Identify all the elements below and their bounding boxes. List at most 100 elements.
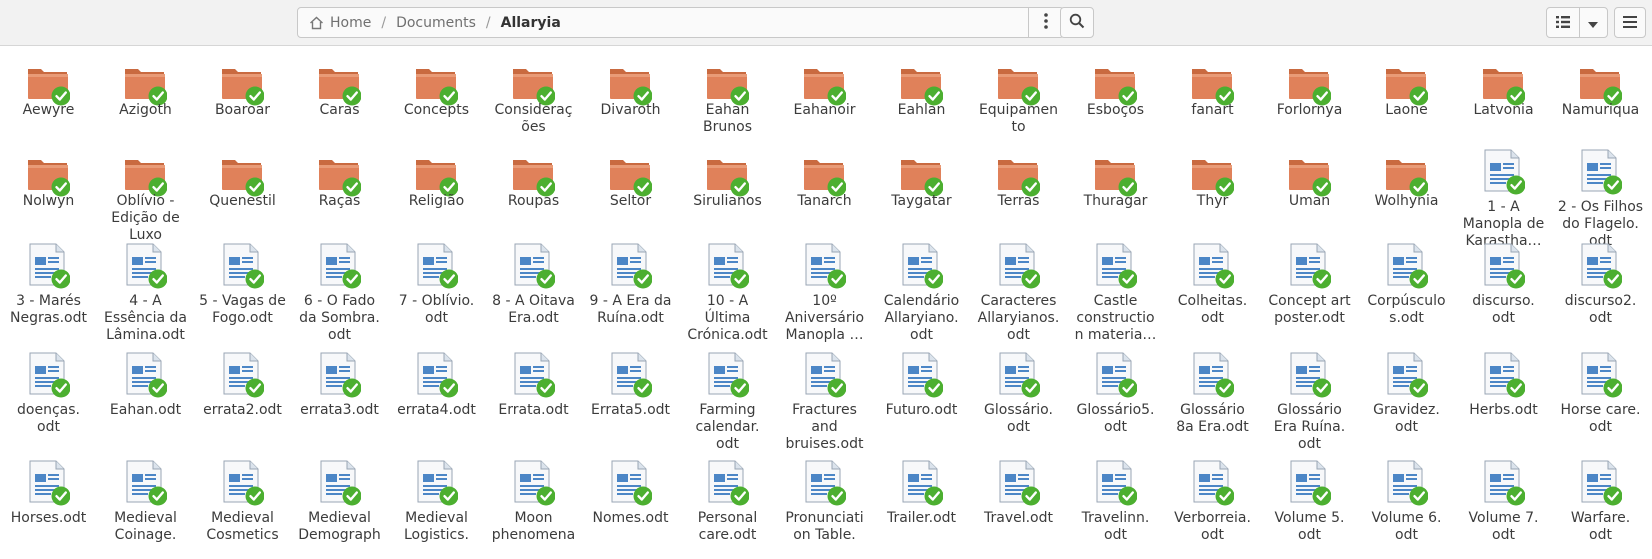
folder-item[interactable]: Aewyre <box>0 60 97 164</box>
file-item[interactable]: Travelinn. odt <box>1067 460 1164 559</box>
file-item[interactable]: 10º Aniversário Manopla … <box>776 243 873 349</box>
file-item[interactable]: Pronunciati on Table. <box>776 460 873 559</box>
item-label-line: Religião <box>408 193 465 209</box>
file-item[interactable]: discurso. odt <box>1455 243 1552 349</box>
folder-item[interactable]: Thuragar <box>1067 151 1164 255</box>
folder-item[interactable]: Quenestil <box>194 151 291 255</box>
view-options-button[interactable] <box>1580 8 1607 37</box>
folder-item[interactable]: Azigoth <box>97 60 194 164</box>
file-item[interactable]: Volume 6. odt <box>1358 460 1455 559</box>
folder-item[interactable]: Roupas <box>485 151 582 255</box>
item-label-line: 9 - A Era da <box>589 293 672 309</box>
folder-item[interactable]: Caras <box>291 60 388 164</box>
file-item[interactable]: Medieval Logistics. <box>388 460 485 559</box>
file-item[interactable]: 4 - A Essência da Lâmina.odt <box>97 243 194 349</box>
folder-item[interactable]: Taygatar <box>873 151 970 255</box>
item-label: Errata.odt <box>485 402 582 419</box>
folder-item[interactable]: Equipamen to <box>970 60 1067 164</box>
file-item[interactable]: Farming calendar. odt <box>679 352 776 458</box>
breadcrumb-allaryia[interactable]: Allaryia <box>501 15 561 31</box>
file-item[interactable]: Volume 5. odt <box>1261 460 1358 559</box>
file-item[interactable]: Colheitas. odt <box>1164 243 1261 349</box>
file-item[interactable]: Errata.odt <box>485 352 582 458</box>
file-item[interactable]: Glossário 8a Era.odt <box>1164 352 1261 458</box>
file-item[interactable]: Volume 7. odt <box>1455 460 1552 559</box>
file-item[interactable]: Moon phenomena <box>485 460 582 559</box>
file-item[interactable]: Horses.odt <box>0 460 97 559</box>
search-button[interactable] <box>1060 7 1094 38</box>
folder-item[interactable]: Forlornya <box>1261 60 1358 164</box>
file-item[interactable]: 1 - A Manopla de Karastha… <box>1455 149 1552 255</box>
folder-item[interactable]: Laone <box>1358 60 1455 164</box>
folder-item[interactable]: Religião <box>388 151 485 255</box>
file-item[interactable]: Futuro.odt <box>873 352 970 458</box>
folder-item[interactable]: Terras <box>970 151 1067 255</box>
file-item[interactable]: 5 - Vagas de Fogo.odt <box>194 243 291 349</box>
file-item[interactable]: Calendário Allaryiano. odt <box>873 243 970 349</box>
folder-item[interactable]: Eahanoir <box>776 60 873 164</box>
file-item[interactable]: Corpúsculo s.odt <box>1358 243 1455 349</box>
folder-item[interactable]: Nolwyn <box>0 151 97 255</box>
file-item[interactable]: Gravidez. odt <box>1358 352 1455 458</box>
folder-item[interactable]: Oblívio - Edição de Luxo <box>97 151 194 255</box>
folder-item[interactable]: Raças <box>291 151 388 255</box>
folder-item[interactable]: Esboços <box>1067 60 1164 164</box>
folder-item[interactable]: Eahlan <box>873 60 970 164</box>
file-item[interactable]: 2 - Os Filhos do Flagelo. odt <box>1552 149 1649 255</box>
file-item[interactable]: Personal care.odt <box>679 460 776 559</box>
item-label-line: 8a Era.odt <box>1176 419 1249 435</box>
breadcrumb-documents[interactable]: Documents <box>396 15 476 31</box>
file-item[interactable]: Medieval Coinage. <box>97 460 194 559</box>
file-item[interactable]: Medieval Demograph <box>291 460 388 559</box>
file-item[interactable]: discurso2. odt <box>1552 243 1649 349</box>
file-item[interactable]: Errata5.odt <box>582 352 679 458</box>
file-item[interactable]: Glossário Era Ruína. odt <box>1261 352 1358 458</box>
file-item[interactable]: Caracteres Allaryianos. odt <box>970 243 1067 349</box>
folder-item[interactable]: Seltor <box>582 151 679 255</box>
file-item[interactable]: Trailer.odt <box>873 460 970 559</box>
folder-icon <box>414 151 459 197</box>
file-item[interactable]: errata2.odt <box>194 352 291 458</box>
file-item[interactable]: Horse care. odt <box>1552 352 1649 458</box>
file-item[interactable]: 8 - A Oitava Era.odt <box>485 243 582 349</box>
folder-item[interactable]: Eahan Brunos <box>679 60 776 164</box>
file-item[interactable]: errata4.odt <box>388 352 485 458</box>
file-item[interactable]: 3 - Marés Negras.odt <box>0 243 97 349</box>
folder-item[interactable]: Thyr <box>1164 151 1261 255</box>
item-label: Azigoth <box>97 102 194 119</box>
file-item[interactable]: Glossário5. odt <box>1067 352 1164 458</box>
folder-item[interactable]: Sirulianos <box>679 151 776 255</box>
file-item[interactable]: Glossário. odt <box>970 352 1067 458</box>
file-item[interactable]: Warfare. odt <box>1552 460 1649 559</box>
folder-item[interactable]: Concepts <box>388 60 485 164</box>
item-label-line: Glossário <box>1180 402 1245 418</box>
file-item[interactable]: Eahan.odt <box>97 352 194 458</box>
item-label-line: odt <box>1201 527 1224 543</box>
file-item[interactable]: Verborreia. odt <box>1164 460 1261 559</box>
file-item[interactable]: 6 - O Fado da Sombra. odt <box>291 243 388 349</box>
folder-item[interactable]: Uman <box>1261 151 1358 255</box>
folder-item[interactable]: Wolhynia <box>1358 151 1455 255</box>
list-view-button[interactable] <box>1547 8 1580 37</box>
file-item[interactable]: Herbs.odt <box>1455 352 1552 458</box>
file-item[interactable]: errata3.odt <box>291 352 388 458</box>
breadcrumb-home[interactable]: Home <box>309 15 371 31</box>
file-item[interactable]: 9 - A Era da Ruína.odt <box>582 243 679 349</box>
file-item[interactable]: 7 - Oblívio. odt <box>388 243 485 349</box>
file-item[interactable]: Travel.odt <box>970 460 1067 559</box>
folder-item[interactable]: fanart <box>1164 60 1261 164</box>
folder-item[interactable]: Consideraç ões <box>485 60 582 164</box>
folder-icon <box>1287 151 1332 197</box>
folder-item[interactable]: Divaroth <box>582 60 679 164</box>
file-item[interactable]: Concept art poster.odt <box>1261 243 1358 349</box>
file-item[interactable]: Nomes.odt <box>582 460 679 559</box>
path-menu-button[interactable] <box>1028 8 1063 37</box>
folder-item[interactable]: Tanarch <box>776 151 873 255</box>
file-item[interactable]: Fractures and bruises.odt <box>776 352 873 458</box>
main-menu-button[interactable] <box>1614 7 1646 38</box>
file-item[interactable]: doenças. odt <box>0 352 97 458</box>
file-item[interactable]: Medieval Cosmetics <box>194 460 291 559</box>
file-item[interactable]: 10 - A Última Crónica.odt <box>679 243 776 349</box>
file-item[interactable]: Castle constructio n materia… <box>1067 243 1164 349</box>
folder-item[interactable]: Boaroar <box>194 60 291 164</box>
